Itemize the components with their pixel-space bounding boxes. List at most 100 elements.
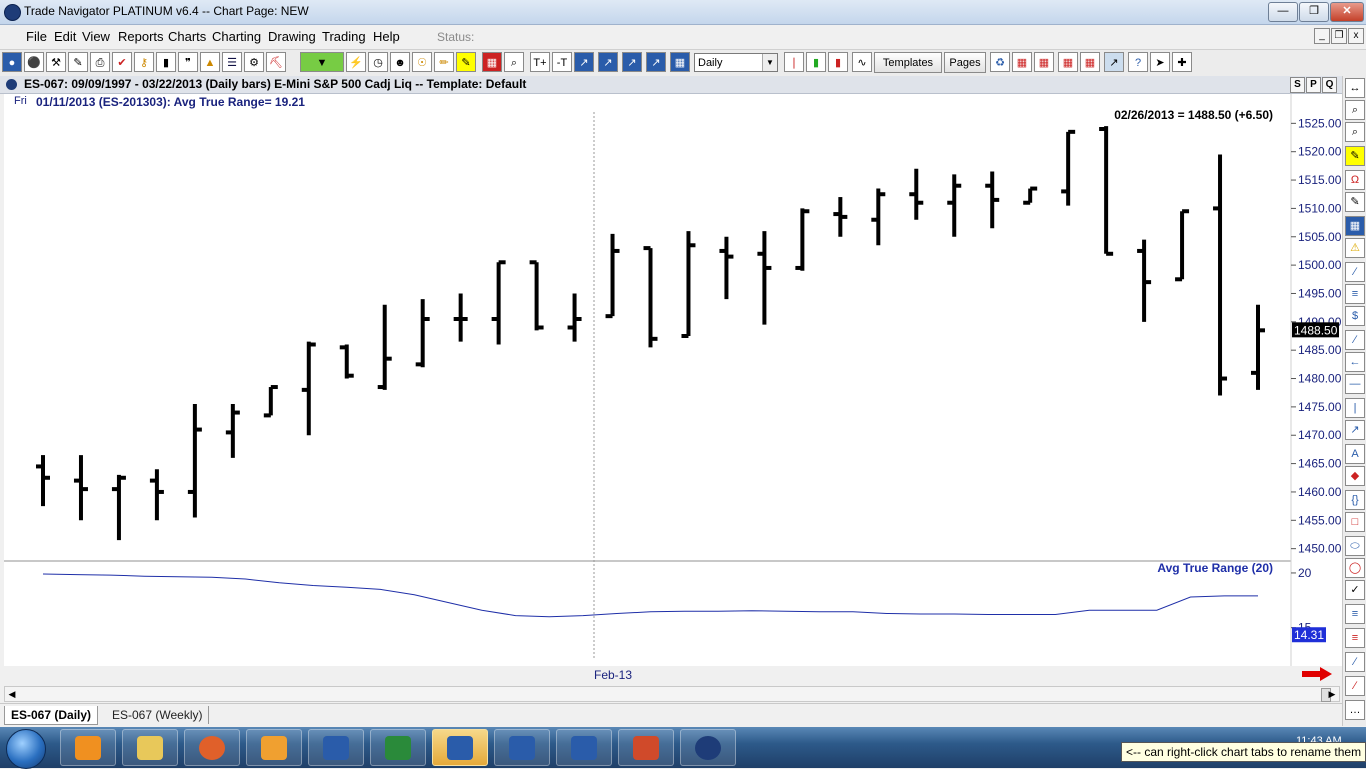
trade-icon[interactable]: ▼ (300, 52, 344, 72)
minimize-button[interactable]: — (1268, 2, 1298, 22)
menu-reports[interactable]: Reports (118, 29, 164, 44)
maximize-button[interactable]: ❐ (1299, 2, 1329, 22)
shapes-icon[interactable]: ◆ (1345, 466, 1365, 486)
lightning-icon[interactable]: ⚡ (346, 52, 366, 72)
settings-icon[interactable]: ⚙ (244, 52, 264, 72)
p-button[interactable]: P (1306, 77, 1321, 93)
menu-charts[interactable]: Charts (168, 29, 206, 44)
horizontal-line-icon[interactable]: — (1345, 374, 1365, 394)
face-icon[interactable]: ☻ (390, 52, 410, 72)
pencil-icon[interactable]: ✏ (434, 52, 454, 72)
print-icon[interactable]: ⎙ (90, 52, 110, 72)
traffic-light-icon[interactable]: ⚫ (24, 52, 44, 72)
draw-line-icon[interactable]: ✎ (1345, 192, 1365, 212)
scroll-right-arrow-icon[interactable] (1302, 667, 1332, 681)
chart-blue-icon-2[interactable]: ↗ (598, 52, 618, 72)
list-icon[interactable]: ☰ (222, 52, 242, 72)
arrow-tool-icon[interactable]: ↗ (1345, 420, 1365, 440)
chart-blue-icon-5[interactable]: ▦ (670, 52, 690, 72)
expand-horizontal-icon[interactable]: ↔ (1345, 78, 1365, 98)
price-chart[interactable]: 1525.00 1520.00 1515.00 1510.00 1505.00 1500.… (0, 94, 1342, 676)
zoom-icon[interactable]: ⌕ (504, 52, 524, 72)
expand-icon-1[interactable]: ▦ (1058, 52, 1078, 72)
mdi-close-button[interactable]: x (1348, 28, 1364, 44)
fib-retracement-icon[interactable]: ≡ (1345, 628, 1365, 648)
dollar-line-icon[interactable]: $ (1345, 306, 1365, 326)
taskbar-powerpoint[interactable] (618, 729, 674, 766)
globe-icon[interactable]: ● (2, 52, 22, 72)
horizontal-scrollbar[interactable]: ◀ ▶ (4, 686, 1340, 702)
eraser-icon[interactable]: ✎ (1345, 146, 1365, 166)
zoom-out-icon[interactable]: ⌕ (1345, 122, 1365, 142)
menu-file[interactable]: File (26, 29, 47, 44)
taskbar-shield-2[interactable] (494, 729, 550, 766)
zoom-in-icon[interactable]: ⌕ (1345, 100, 1365, 120)
alert-icon[interactable]: ⚠ (1345, 238, 1365, 258)
horizontal-ray-icon[interactable]: ← (1345, 352, 1365, 372)
taskbar-trade-navigator[interactable] (680, 729, 736, 766)
gann-icon[interactable]: ∕ (1345, 652, 1365, 672)
trade-sense-icon[interactable]: ⛏ (266, 52, 286, 72)
menu-help[interactable]: Help (373, 29, 400, 44)
compress-icon-2[interactable]: ▦ (1034, 52, 1054, 72)
braces-icon[interactable]: {} (1345, 490, 1365, 510)
mdi-minimize-button[interactable]: _ (1314, 28, 1330, 44)
taskbar-word[interactable] (308, 729, 364, 766)
grid-red-icon[interactable]: ▦ (482, 52, 502, 72)
candle-icon[interactable]: ▮ (806, 52, 826, 72)
add-study-icon[interactable]: T+ (530, 52, 550, 72)
candle-red-icon[interactable]: ▮ (828, 52, 848, 72)
compress-icon-1[interactable]: ▦ (1012, 52, 1032, 72)
taskbar-shield-1[interactable] (432, 729, 488, 766)
circle-icon[interactable]: ◯ (1345, 558, 1365, 578)
q-button[interactable]: Q (1322, 77, 1337, 93)
refresh-icon[interactable]: ♻ (990, 52, 1010, 72)
chart-blue-icon-4[interactable]: ↗ (646, 52, 666, 72)
vertical-line-icon[interactable]: | (1345, 398, 1365, 418)
text-tool-icon[interactable]: A (1345, 444, 1365, 464)
key-icon[interactable]: ⚷ (134, 52, 154, 72)
chart-blue-icon-3[interactable]: ↗ (622, 52, 642, 72)
scroll-right-icon[interactable]: ▶ (1325, 687, 1339, 701)
taskbar-firefox[interactable] (184, 729, 240, 766)
chevron-down-icon[interactable]: ▼ (762, 54, 777, 71)
pages-button[interactable]: Pages (944, 52, 986, 73)
checklist-icon[interactable]: ✓ (1345, 580, 1365, 600)
help-cursor-icon[interactable]: ? (1128, 52, 1148, 72)
menu-view[interactable]: View (82, 29, 110, 44)
taskbar-outlook[interactable] (246, 729, 302, 766)
menu-edit[interactable]: Edit (54, 29, 76, 44)
scroll-left-icon[interactable]: ◀ (5, 687, 19, 701)
ellipse-icon[interactable]: ⬭ (1345, 536, 1365, 556)
parallel-lines-icon[interactable]: ∕ (1345, 330, 1365, 350)
crosshair-icon[interactable]: ✚ (1172, 52, 1192, 72)
helmet-icon[interactable]: ☉ (412, 52, 432, 72)
trendline-icon[interactable]: ∕ (1345, 262, 1365, 282)
remove-study-icon[interactable]: -T (552, 52, 572, 72)
highlight-icon[interactable]: ✎ (456, 52, 476, 72)
bell-icon[interactable]: ▲ (200, 52, 220, 72)
magnet-icon[interactable]: Ω (1345, 170, 1365, 190)
clock-icon[interactable]: ◷ (368, 52, 388, 72)
taskbar-shield-3[interactable] (556, 729, 612, 766)
menu-trading[interactable]: Trading (322, 29, 366, 44)
channel-icon[interactable]: ≡ (1345, 284, 1365, 304)
chart-blue-icon-1[interactable]: ↗ (574, 52, 594, 72)
close-button[interactable]: ✕ (1330, 2, 1364, 22)
chart-wizard-icon[interactable]: ✎ (68, 52, 88, 72)
chart-window-tool-icon[interactable]: ▦ (1345, 216, 1365, 236)
taskbar-excel[interactable] (370, 729, 426, 766)
s-button[interactable]: S (1290, 77, 1305, 93)
rectangle-icon[interactable]: □ (1345, 512, 1365, 532)
taskbar-media-player[interactable] (60, 729, 116, 766)
menu-charting[interactable]: Charting (212, 29, 261, 44)
tab-es-067-daily[interactable]: ES-067 (Daily) (4, 706, 99, 725)
templates-button[interactable]: Templates (874, 52, 942, 73)
taskbar-explorer[interactable] (122, 729, 178, 766)
mark-icon[interactable]: ✔ (112, 52, 132, 72)
fibonacci-icon[interactable]: ≡ (1345, 604, 1365, 624)
menu-drawing[interactable]: Drawing (268, 29, 316, 44)
start-button[interactable] (6, 729, 46, 769)
period-select[interactable]: Daily ▼ (694, 53, 778, 72)
more-tools-icon[interactable]: … (1345, 700, 1365, 720)
